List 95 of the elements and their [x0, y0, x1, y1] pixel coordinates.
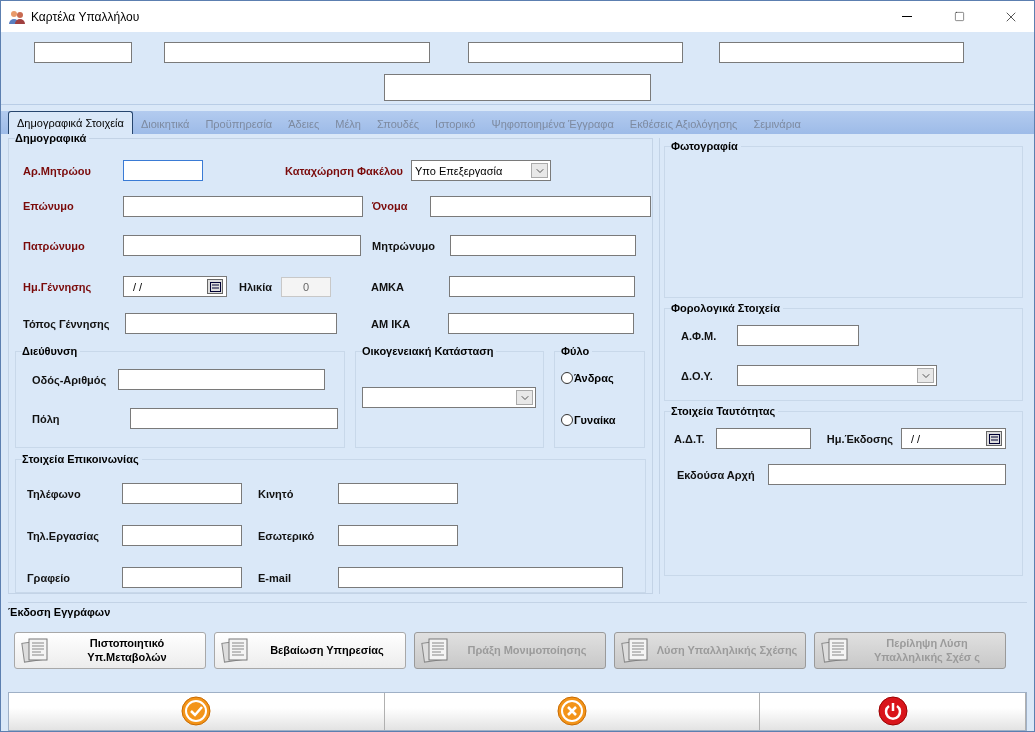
users-icon	[9, 9, 25, 24]
power-icon	[877, 696, 908, 727]
tab[interactable]: Σπουδές	[368, 113, 428, 134]
field-label: Καταχώρηση Φακέλου	[283, 164, 404, 177]
field-label: E-mail	[258, 571, 292, 584]
tab[interactable]: Ιστορικό	[427, 113, 484, 134]
text-field[interactable]	[768, 464, 1006, 486]
text-field[interactable]	[122, 567, 242, 589]
text-field[interactable]	[737, 325, 859, 347]
checkmark-icon	[181, 696, 212, 727]
dropdown-field[interactable]	[737, 365, 937, 387]
document-button[interactable]: Βεβαίωση Υπηρεσίας	[214, 631, 406, 669]
documents-icon	[821, 637, 851, 664]
calendar-icon[interactable]	[207, 279, 223, 295]
field-label: Μητρώνυμο	[372, 239, 436, 252]
text-field[interactable]	[122, 525, 242, 547]
text-field[interactable]	[338, 483, 458, 505]
field-label: Τηλ.Εργασίας	[27, 529, 100, 542]
exit-button[interactable]	[760, 692, 1026, 730]
calendar-icon[interactable]	[986, 431, 1002, 447]
documents-icon	[21, 637, 51, 664]
dropdown-field[interactable]: Υπο Επεξεργασία	[411, 160, 551, 182]
field-label: Κινητό	[258, 487, 295, 500]
dropdown-button[interactable]	[917, 368, 934, 384]
field-label: Πατρώνυμο	[23, 239, 86, 252]
text-field[interactable]	[468, 42, 683, 63]
text-field[interactable]	[123, 235, 361, 257]
field-label: Α.Φ.Μ.	[681, 329, 718, 342]
field-label: Τόπος Γέννησης	[23, 317, 111, 330]
text-field[interactable]	[719, 42, 964, 63]
tab[interactable]: Προϋπηρεσία	[197, 113, 281, 134]
document-button[interactable]: Πιστοποιητικό Υπ.Μεταβολών	[14, 631, 206, 669]
field-label: Γραφείο	[27, 571, 72, 584]
minimize-icon	[902, 16, 912, 17]
text-field[interactable]	[123, 195, 363, 217]
field-label: Αρ.Μητρώου	[23, 164, 92, 177]
text-field[interactable]	[449, 276, 635, 298]
text-field[interactable]	[448, 313, 634, 335]
field-label: Ημ.Γέννησης	[23, 280, 93, 293]
window-title: Καρτέλα Υπαλλήλου	[31, 9, 141, 24]
field-label: ΑΜΚΑ	[371, 280, 405, 293]
radio-option[interactable]: Γυναίκα	[561, 398, 638, 441]
text-field[interactable]	[118, 369, 325, 391]
tab[interactable]: Σεμινάρια	[745, 113, 809, 134]
tab[interactable]: Δημογραφικά Στοιχεία	[8, 110, 133, 134]
text-field[interactable]	[338, 567, 623, 589]
tab[interactable]: Ψηφοποιημένα Έγγραφα	[483, 113, 622, 134]
field-label: Εκδούσα Αρχή	[677, 468, 756, 481]
section-title: Φορολογικά Στοιχεία	[671, 301, 783, 314]
cancel-icon	[557, 696, 588, 727]
age-field: 0	[281, 276, 331, 297]
field-label: Πόλη	[32, 412, 61, 425]
text-field[interactable]	[130, 408, 338, 430]
text-field[interactable]	[122, 483, 242, 505]
field-label: ΑΜ ΙΚΑ	[371, 317, 412, 330]
field-label: Τηλέφωνο	[27, 487, 82, 500]
cancel-button[interactable]	[384, 692, 761, 730]
text-field[interactable]	[34, 42, 132, 63]
section-title: Φύλο	[561, 344, 593, 357]
text-field[interactable]	[430, 195, 651, 217]
field-label: Επώνυμο	[23, 200, 75, 213]
text-field[interactable]	[164, 42, 430, 63]
field-label: Α.Δ.Τ.	[674, 432, 706, 445]
dropdown-button[interactable]	[516, 390, 533, 406]
text-field[interactable]	[125, 313, 337, 335]
ok-button[interactable]	[9, 692, 385, 730]
documents-icon	[621, 637, 651, 664]
date-field[interactable]: / /	[123, 276, 227, 298]
field-label: Δ.Ο.Υ.	[681, 369, 714, 382]
section-title: Στοιχεία Ταυτότητας	[671, 404, 779, 417]
field-label: Ηλικία	[239, 280, 274, 293]
text-field[interactable]	[450, 235, 636, 257]
radio-option[interactable]: Άνδρας	[561, 356, 638, 399]
field-label: Ημ.Έκδοσης	[825, 432, 894, 445]
text-field[interactable]	[716, 428, 811, 450]
section-title: Στοιχεία Επικοινωνίας	[22, 452, 142, 465]
field-label: Εσωτερικό	[258, 529, 316, 542]
section-title: Οικογενειακή Κατάσταση	[362, 344, 497, 357]
text-field[interactable]	[123, 160, 203, 182]
documents-icon	[221, 637, 251, 664]
maximize-icon	[953, 11, 965, 22]
dropdown-field[interactable]	[362, 387, 536, 409]
tab[interactable]: Εκθέσεις Αξιολόγησης	[621, 113, 746, 134]
tab[interactable]: Διοικητικά	[132, 113, 198, 134]
documents-icon	[421, 637, 451, 664]
tab[interactable]: Μέλη	[327, 113, 369, 134]
tab[interactable]: Άδειες	[280, 113, 328, 134]
section-title: Διεύθυνση	[22, 344, 81, 357]
field-label: Οδός-Αριθμός	[32, 373, 108, 386]
date-field[interactable]: / /	[901, 428, 1006, 450]
text-field[interactable]	[384, 74, 651, 101]
field-label: Όνομα	[372, 200, 409, 213]
text-field[interactable]	[338, 525, 458, 547]
dropdown-button[interactable]	[531, 163, 548, 179]
section-title: Φωτογραφία	[671, 139, 741, 152]
